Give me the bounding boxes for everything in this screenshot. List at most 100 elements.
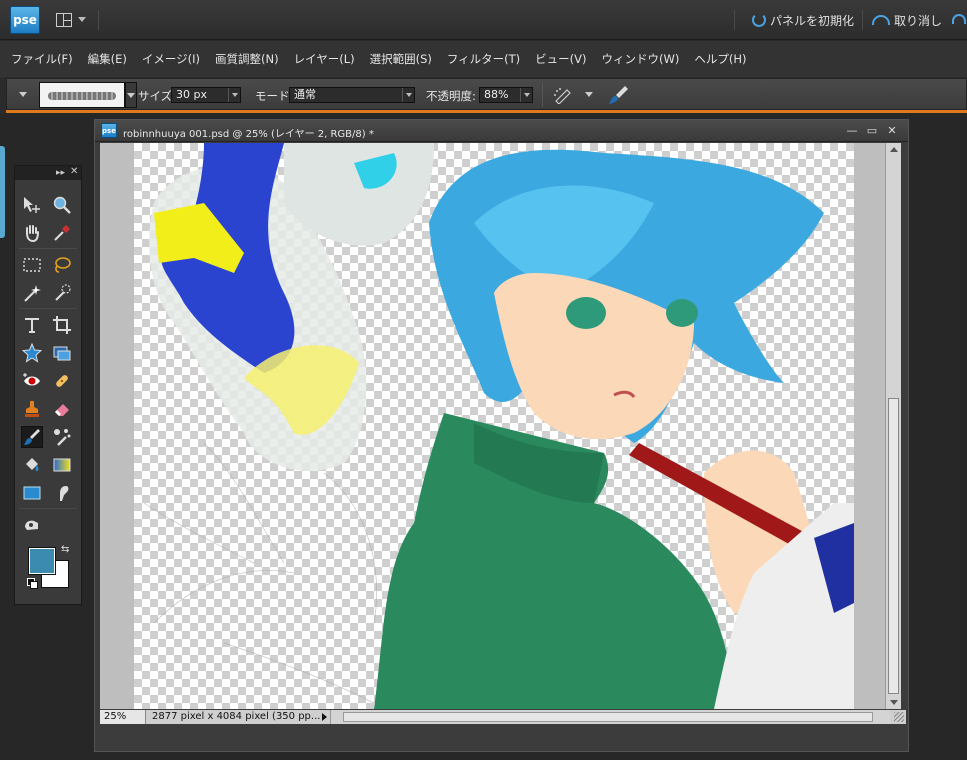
vertical-scroll-thumb[interactable]	[888, 398, 899, 694]
toolbox-header: ▸▸ ✕	[15, 166, 81, 180]
type-tool-icon[interactable]	[21, 314, 43, 336]
mode-value: 通常	[294, 88, 316, 101]
tool-preset-dropdown[interactable]	[19, 92, 27, 97]
menu-window[interactable]: ウィンドウ(W)	[602, 51, 680, 67]
chevron-down-icon	[402, 88, 414, 102]
layout-grid-icon	[56, 13, 72, 27]
close-icon[interactable]: ✕	[70, 166, 78, 177]
divider	[542, 83, 543, 107]
artwork	[143, 143, 854, 709]
lasso-tool-icon[interactable]	[51, 254, 73, 276]
cookie-cutter-tool-icon[interactable]	[21, 342, 43, 364]
toolbox: ▸▸ ✕ ⇆	[14, 165, 82, 605]
undo-button[interactable]: 取り消し	[872, 10, 942, 30]
content-aware-move-tool-icon[interactable]	[21, 514, 43, 536]
panel-bin-tab[interactable]	[0, 146, 5, 238]
horizontal-scroll-thumb[interactable]	[343, 712, 873, 722]
divider	[734, 10, 735, 30]
divider	[862, 10, 863, 30]
airbrush-icon[interactable]	[553, 86, 573, 104]
menu-filter[interactable]: フィルター(T)	[447, 51, 520, 67]
hand-tool-icon[interactable]	[21, 222, 43, 244]
chevron-down-icon	[78, 17, 86, 22]
recompose-tool-icon[interactable]	[51, 342, 73, 364]
mode-label: モード:	[255, 89, 294, 103]
opacity-label: 不透明度:	[426, 89, 476, 103]
info-menu-icon[interactable]	[322, 713, 327, 721]
foreground-color-swatch-front[interactable]	[29, 548, 55, 574]
menu-help[interactable]: ヘルプ(H)	[694, 51, 746, 67]
resize-grip-icon[interactable]	[894, 712, 904, 722]
healing-tool-icon[interactable]	[51, 370, 73, 392]
divider	[19, 308, 77, 309]
quick-selection-tool-icon[interactable]	[51, 282, 73, 304]
move-tool-icon[interactable]	[21, 194, 43, 216]
zoom-level-field[interactable]: 25%	[100, 710, 146, 724]
reset-panels-button[interactable]: パネルを初期化	[752, 10, 854, 30]
horizontal-scrollbar[interactable]	[330, 710, 890, 724]
image-canvas[interactable]	[134, 143, 854, 709]
brush-settings-icon[interactable]	[607, 84, 631, 106]
smudge-tool-icon[interactable]	[51, 482, 73, 504]
chevron-down-icon	[127, 93, 135, 98]
brush-preset-picker[interactable]	[39, 82, 125, 108]
sketch-lines	[143, 442, 377, 704]
brush-dropdown-button[interactable]	[125, 82, 137, 108]
divider	[19, 248, 77, 249]
crop-tool-icon[interactable]	[51, 314, 73, 336]
undo-label: 取り消し	[894, 13, 943, 28]
smart-brush-tool-icon[interactable]	[51, 426, 73, 448]
document-info: 2877 pixel x 4084 pixel (350 pp...	[152, 711, 320, 722]
zoom-tool-icon[interactable]	[51, 194, 73, 216]
default-colors-icon[interactable]	[27, 578, 38, 589]
app-logo: pse	[10, 6, 40, 34]
tool-options-bar: サイズ: 30 px モード: 通常 不透明度: 88%	[6, 78, 967, 110]
minimize-icon[interactable]: —	[845, 124, 859, 138]
chevron-down-icon[interactable]	[228, 88, 240, 102]
maximize-icon[interactable]: ▭	[865, 124, 879, 138]
menu-bar: ファイル(F) 編集(E) イメージ(I) 画質調整(N) レイヤー(L) 選択…	[0, 41, 967, 77]
swap-colors-icon[interactable]: ⇆	[61, 544, 73, 556]
gradient-tool-icon[interactable]	[51, 454, 73, 476]
reset-panels-label: パネルを初期化	[770, 13, 855, 28]
size-field[interactable]: 30 px	[171, 87, 241, 103]
eyedropper-tool-icon[interactable]	[51, 222, 73, 244]
redo-button[interactable]	[952, 10, 967, 30]
menu-view[interactable]: ビュー(V)	[535, 51, 586, 67]
size-value: 30 px	[176, 88, 207, 101]
menu-file[interactable]: ファイル(F)	[11, 51, 73, 67]
divider	[19, 508, 77, 509]
status-bar: 25% 2877 pixel x 4084 pixel (350 pp...	[100, 710, 906, 724]
red-eye-tool-icon[interactable]	[21, 370, 43, 392]
clone-stamp-tool-icon[interactable]	[21, 398, 43, 420]
collapse-icon[interactable]: ▸▸	[56, 168, 65, 178]
opacity-value: 88%	[484, 88, 509, 101]
menu-select[interactable]: 選択範囲(S)	[370, 51, 432, 67]
mode-select[interactable]: 通常	[289, 87, 415, 103]
paint-bucket-tool-icon[interactable]	[21, 454, 43, 476]
scroll-down-icon[interactable]	[890, 700, 898, 705]
menu-enhance[interactable]: 画質調整(N)	[215, 51, 279, 67]
refresh-icon	[752, 13, 766, 27]
divider	[98, 10, 99, 30]
chevron-down-icon[interactable]	[520, 88, 532, 102]
document-window: pse robinnhuuya 001.psd @ 25% (レイヤー 2, R…	[94, 119, 909, 752]
close-icon[interactable]: ✕	[885, 124, 899, 138]
magic-wand-tool-icon[interactable]	[21, 282, 43, 304]
undo-icon	[872, 15, 890, 25]
menu-layer[interactable]: レイヤー(L)	[294, 51, 355, 67]
tablet-settings-dropdown[interactable]	[585, 92, 593, 97]
brush-stroke-preview	[48, 92, 116, 100]
shape-tool-icon[interactable]	[21, 482, 43, 504]
layout-button[interactable]	[54, 10, 90, 30]
brush-tool-icon[interactable]	[21, 426, 43, 448]
menu-edit[interactable]: 編集(E)	[88, 51, 127, 67]
eraser-tool-icon[interactable]	[51, 398, 73, 420]
opacity-field[interactable]: 88%	[479, 87, 533, 103]
redo-icon	[952, 14, 966, 24]
scroll-up-icon[interactable]	[890, 147, 898, 152]
marquee-tool-icon[interactable]	[21, 254, 43, 276]
menu-image[interactable]: イメージ(I)	[142, 51, 200, 67]
document-title-bar: pse robinnhuuya 001.psd @ 25% (レイヤー 2, R…	[95, 120, 908, 142]
vertical-scrollbar[interactable]	[885, 143, 901, 709]
